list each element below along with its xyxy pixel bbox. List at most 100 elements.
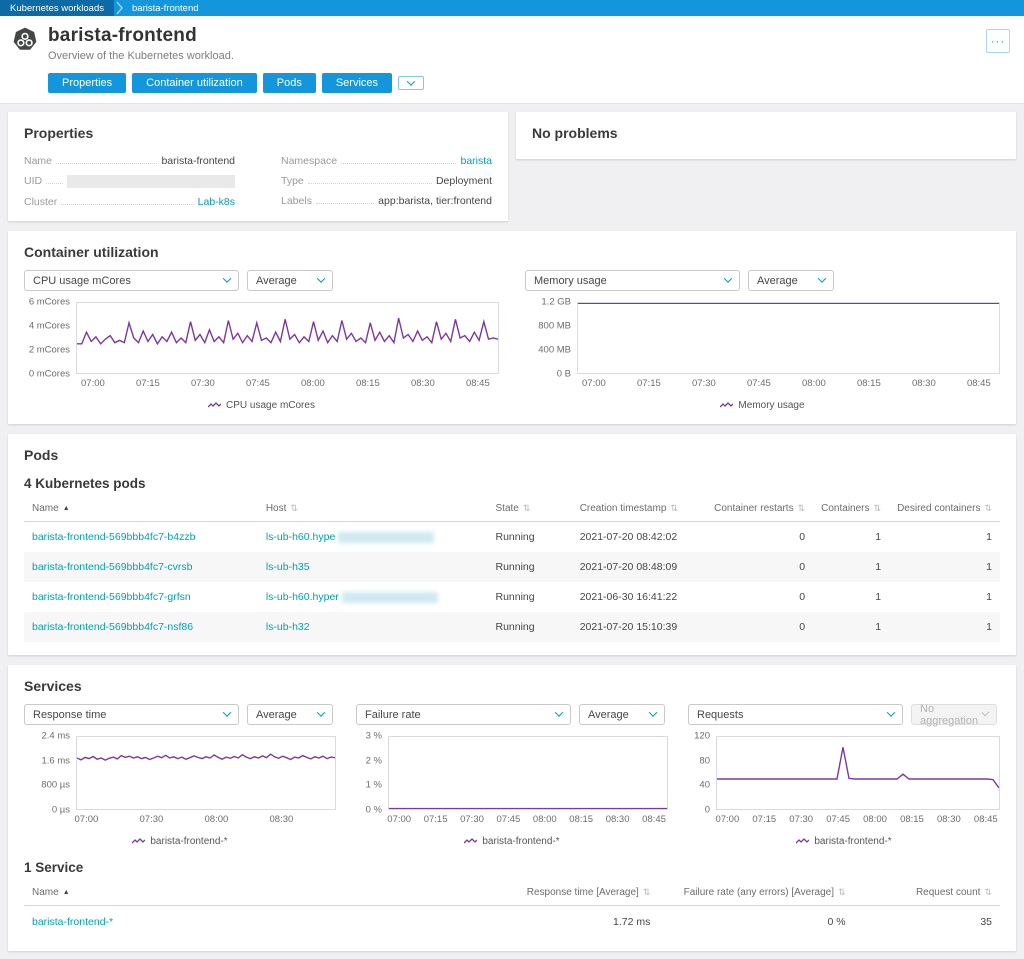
cluster-link[interactable]: Lab-k8s — [198, 196, 235, 208]
pod-host-link[interactable]: ls-ub-h60.hyper — [258, 582, 488, 612]
service-count-heading: 1 Service — [24, 860, 84, 875]
column-header-creation-timestamp[interactable]: Creation timestamp — [571, 497, 706, 522]
requests-metric-select[interactable]: Requests — [688, 704, 903, 725]
chevron-down-icon — [316, 273, 326, 283]
chevron-down-icon — [406, 77, 416, 86]
pod-name-link[interactable]: barista-frontend-569bbb4fc7-b4zzb — [24, 522, 258, 553]
pod-desired-containers: 1 — [986, 531, 992, 543]
column-header-name[interactable]: Name — [24, 497, 258, 522]
sort-icon — [980, 887, 992, 898]
pods-count-heading: 4 Kubernetes pods — [24, 476, 146, 491]
chevron-down-icon — [817, 273, 827, 283]
failure-rate-chart-panel: Failure rate Average 3 %2 %1 %0 % 07: — [356, 704, 668, 847]
sort-icon — [639, 887, 651, 898]
pod-name-link[interactable]: barista-frontend-569bbb4fc7-nsf86 — [24, 612, 258, 642]
requests-legend: barista-frontend-* — [688, 836, 1000, 847]
more-actions-button[interactable]: ··· — [986, 29, 1010, 53]
redacted-uid-value — [67, 175, 235, 188]
response-time-line-chart — [77, 737, 335, 809]
column-header-response-time[interactable]: Response time [Average] — [463, 881, 659, 906]
pod-restarts: 0 — [799, 531, 806, 543]
services-card: Services Response time Average 2.4 ms 1.6… — [8, 665, 1016, 951]
memory-chart-y-axis: 1.2 GB 800 MB 400 MB 0 B — [538, 296, 571, 380]
pod-restarts: 0 — [799, 621, 806, 633]
cpu-chart-plot — [76, 302, 499, 374]
column-header-service-name[interactable]: Name — [24, 881, 464, 906]
pod-name-link[interactable]: barista-frontend-569bbb4fc7-grfsn — [24, 582, 258, 612]
pod-containers: 1 — [875, 591, 882, 603]
property-cluster: Cluster Lab-k8s — [24, 196, 235, 208]
namespace-link[interactable]: barista — [460, 155, 492, 167]
container-utilization-title: Container utilization — [24, 244, 159, 260]
cpu-metric-select[interactable]: CPU usage mCores — [24, 270, 239, 291]
nav-button-container-utilization[interactable]: Container utilization — [132, 73, 257, 93]
memory-metric-select[interactable]: Memory usage — [525, 270, 740, 291]
nav-button-services[interactable]: Services — [321, 73, 393, 93]
sort-icon — [794, 503, 806, 514]
pod-table-row: barista-frontend-569bbb4fc7-grfsn ls-ub-… — [24, 582, 1000, 612]
column-header-state[interactable]: State — [487, 497, 572, 522]
breadcrumb: Kubernetes workloads barista-frontend — [0, 0, 1024, 16]
column-header-request-count[interactable]: Request count — [853, 881, 1000, 906]
memory-aggregation-select[interactable]: Average — [748, 270, 834, 291]
sort-icon — [834, 887, 846, 898]
column-header-failure-rate[interactable]: Failure rate (any errors) [Average] — [658, 881, 854, 906]
response-time-plot — [76, 736, 336, 810]
chevron-down-icon — [554, 707, 564, 717]
pod-table-row: barista-frontend-569bbb4fc7-cvrsb ls-ub-… — [24, 552, 1000, 582]
services-table: Name Response time [Average] Failure rat… — [24, 881, 1000, 938]
nav-more-dropdown-button[interactable] — [398, 76, 425, 90]
problems-card: No problems — [516, 112, 1016, 159]
pod-desired-containers: 1 — [986, 561, 992, 573]
memory-chart-plot — [577, 302, 1000, 374]
pod-state: Running — [495, 531, 535, 543]
requests-aggregation-select-disabled: No aggregation — [911, 703, 997, 727]
failure-rate-plot — [388, 736, 668, 810]
pod-host-link[interactable]: ls-ub-h32 — [258, 612, 488, 642]
sort-icon — [286, 503, 298, 514]
service-table-row: barista-frontend-* 1.72 ms 0 % 35 — [24, 905, 1000, 939]
chevron-down-icon — [316, 707, 326, 717]
property-labels: Labels app:barista, tier:frontend — [281, 195, 492, 207]
nav-button-pods[interactable]: Pods — [262, 73, 316, 93]
pod-name-link[interactable]: barista-frontend-569bbb4fc7-cvrsb — [24, 552, 258, 582]
requests-plot — [716, 736, 1000, 810]
column-header-containers[interactable]: Containers — [813, 497, 890, 522]
column-header-host[interactable]: Host — [257, 497, 488, 522]
breadcrumb-item-kubernetes-workloads[interactable]: Kubernetes workloads — [0, 0, 114, 16]
pod-host-link[interactable]: ls-ub-h60.hype — [258, 522, 488, 553]
service-name-link[interactable]: barista-frontend-* — [24, 906, 463, 939]
breadcrumb-item-barista-frontend[interactable]: barista-frontend — [124, 0, 207, 16]
pod-restarts: 0 — [799, 591, 806, 603]
column-header-desired-containers[interactable]: Desired containers — [889, 497, 1000, 522]
pod-state: Running — [495, 621, 535, 633]
pod-table-row: barista-frontend-569bbb4fc7-nsf86 ls-ub-… — [24, 612, 1000, 642]
properties-card: Properties Name barista-frontend UID Clu… — [8, 112, 508, 221]
cpu-chart-x-axis: 07:00 07:15 07:30 07:45 08:00 08:15 08:30 08:45 — [81, 378, 490, 389]
pod-containers: 1 — [875, 561, 882, 573]
cpu-aggregation-select[interactable]: Average — [247, 270, 333, 291]
memory-chart-legend: Memory usage — [525, 400, 1000, 411]
pod-created: 2021-07-20 08:48:09 — [579, 561, 678, 573]
line-legend-icon — [796, 838, 810, 844]
response-time-metric-select[interactable]: Response time — [24, 704, 239, 725]
nav-button-properties[interactable]: Properties — [48, 73, 127, 93]
failure-rate-metric-select[interactable]: Failure rate — [356, 704, 571, 725]
property-namespace: Namespace barista — [281, 155, 492, 167]
requests-y-axis: 120 80 40 0 — [694, 730, 710, 816]
service-response-time: 1.72 ms — [613, 916, 651, 928]
response-time-y-axis: 2.4 ms 1.6 ms 800 µs 0 µs — [41, 730, 70, 816]
chevron-down-icon — [648, 707, 658, 717]
pods-table: Name Host State Creation timestamp Conta… — [24, 497, 1000, 642]
failure-rate-line-chart — [389, 737, 667, 809]
redacted-host-segment — [338, 531, 435, 543]
requests-chart-panel: Requests No aggregation 12080400 07:0 — [688, 703, 1000, 847]
failure-rate-aggregation-select[interactable]: Average — [579, 704, 665, 725]
chevron-down-icon — [222, 273, 232, 283]
redacted-host-segment — [341, 591, 438, 603]
failure-rate-x-axis: 07:00 07:15 07:30 07:45 08:00 08:15 08:30 08:45 — [387, 814, 666, 825]
column-header-container-restarts[interactable]: Container restarts — [705, 497, 814, 522]
pod-host-link[interactable]: ls-ub-h35 — [258, 552, 488, 582]
response-time-aggregation-select[interactable]: Average — [247, 704, 333, 725]
memory-chart-x-axis: 07:00 07:15 07:30 07:45 08:00 08:15 08:30 08:45 — [582, 378, 991, 389]
